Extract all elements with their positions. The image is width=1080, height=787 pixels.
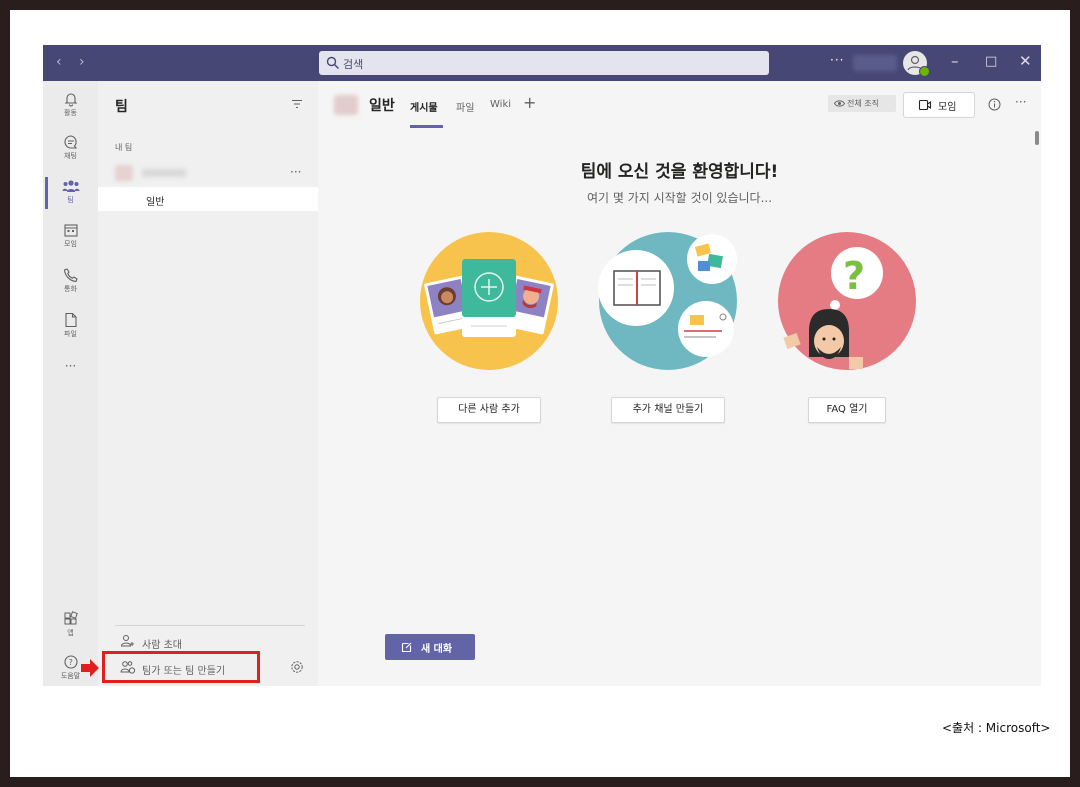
rail-item-calls[interactable]: 통화 (43, 267, 98, 307)
close-icon[interactable]: ✕ (1019, 52, 1032, 70)
tab-wiki[interactable]: Wiki (490, 99, 511, 110)
chat-icon (63, 135, 77, 149)
svg-text:?: ? (68, 658, 72, 667)
rail-label-activity: 활동 (64, 109, 77, 117)
presence-available-icon (919, 66, 930, 77)
org-name-blurred (853, 55, 897, 71)
team-more-icon[interactable]: ··· (290, 165, 301, 179)
tab-posts[interactable]: 게시물 (410, 99, 438, 114)
welcome-subtitle: 여기 몇 가지 시작할 것이 있습니다... (586, 191, 773, 205)
open-faq-button[interactable]: FAQ 열기 (808, 397, 886, 423)
search-input[interactable]: 검색 (319, 51, 769, 75)
svg-text:?: ? (843, 254, 865, 298)
channel-row-general[interactable]: 일반 (98, 187, 318, 211)
search-placeholder: 검색 (343, 58, 364, 71)
search-icon (326, 56, 339, 69)
app-rail: 활동 채팅 팀 모임 통화 파일 ··· 앱 ? 도움말 (43, 81, 98, 686)
active-tab-indicator (410, 125, 443, 128)
rail-item-activity[interactable]: 활동 (43, 91, 98, 131)
meet-label: 모임 (938, 102, 957, 113)
team-name-blurred (142, 169, 186, 177)
create-channel-illustration (598, 232, 737, 370)
welcome-title: 팀에 오신 것을 환영합니다! (580, 162, 779, 182)
filter-icon[interactable] (291, 99, 303, 109)
source-caption: <출처 : Microsoft> (942, 721, 1051, 735)
rail-label-files: 파일 (64, 330, 77, 338)
bell-icon (64, 93, 77, 107)
teams-panel: 팀 내 팀 ··· 일반 사람 초대 팀가 또는 팀 만들기 (98, 81, 318, 686)
rail-more-icon[interactable]: ··· (43, 359, 98, 399)
add-channel-button[interactable]: 추가 채널 만들기 (611, 397, 725, 423)
eye-icon (834, 100, 845, 107)
rail-item-chat[interactable]: 채팅 (43, 134, 98, 174)
rail-item-teams[interactable]: 팀 (43, 178, 98, 218)
help-icon: ? (63, 655, 78, 669)
add-people-illustration (420, 232, 558, 370)
team-row[interactable]: ··· (98, 160, 318, 186)
apps-icon (64, 611, 78, 625)
minimize-icon[interactable]: – (951, 52, 959, 70)
file-icon (64, 312, 77, 328)
rail-label-chat: 채팅 (64, 152, 77, 160)
rail-item-calendar[interactable]: 모임 (43, 222, 98, 262)
meet-button[interactable]: 모임 (903, 92, 975, 118)
org-wide-label: 전체 조직 (847, 99, 879, 108)
phone-icon (63, 268, 78, 283)
new-conversation-button[interactable]: 새 대화 (385, 634, 475, 660)
section-label: 내 팀 (115, 143, 133, 152)
new-conversation-label: 새 대화 (421, 644, 453, 655)
title-bar: ‹ › 검색 ··· – □ ✕ (43, 45, 1041, 81)
back-arrow-icon[interactable]: ‹ (56, 54, 62, 70)
rail-label-teams: 팀 (67, 196, 74, 204)
tab-files[interactable]: 파일 (456, 99, 474, 114)
invite-people-label: 사람 초대 (142, 640, 182, 651)
team-avatar (115, 165, 133, 181)
maximize-icon[interactable]: □ (985, 54, 997, 69)
scrollbar[interactable] (1035, 131, 1039, 145)
add-tab-icon[interactable]: + (523, 93, 536, 112)
calendar-icon (63, 224, 78, 237)
panel-divider (115, 625, 305, 626)
channel-header: 일반 게시물 파일 Wiki + 전체 조직 모임 ··· (318, 81, 1041, 129)
panel-title: 팀 (115, 99, 128, 115)
add-person-icon (120, 635, 134, 647)
info-icon[interactable] (988, 98, 1001, 111)
channel-title: 일반 (369, 98, 395, 114)
org-wide-badge[interactable]: 전체 조직 (828, 95, 896, 112)
invite-people-button[interactable]: 사람 초대 (120, 633, 182, 651)
more-options-icon[interactable]: ··· (830, 53, 844, 67)
channel-main: 일반 게시물 파일 Wiki + 전체 조직 모임 ··· 팀에 오신 것을 환… (318, 81, 1041, 686)
video-camera-icon (918, 99, 932, 111)
header-more-icon[interactable]: ··· (1015, 95, 1026, 109)
faq-illustration: ? (778, 232, 916, 370)
channel-label: 일반 (146, 197, 165, 208)
highlight-box (102, 651, 260, 683)
add-people-button[interactable]: 다른 사람 추가 (437, 397, 541, 423)
rail-label-apps: 앱 (67, 629, 74, 637)
compose-icon (401, 642, 412, 653)
rail-label-calls: 통화 (64, 285, 77, 293)
rail-item-apps[interactable]: 앱 (43, 611, 98, 651)
rail-item-files[interactable]: 파일 (43, 312, 98, 352)
channel-avatar (334, 95, 358, 115)
red-arrow-icon (81, 659, 99, 677)
rail-label-calendar: 모임 (64, 240, 77, 248)
forward-arrow-icon[interactable]: › (79, 54, 85, 70)
teams-window: ‹ › 검색 ··· – □ ✕ 활동 채팅 팀 모임 통화 파일 ··· 앱 … (43, 45, 1041, 686)
teams-icon (62, 180, 79, 192)
gear-icon[interactable] (289, 659, 305, 675)
